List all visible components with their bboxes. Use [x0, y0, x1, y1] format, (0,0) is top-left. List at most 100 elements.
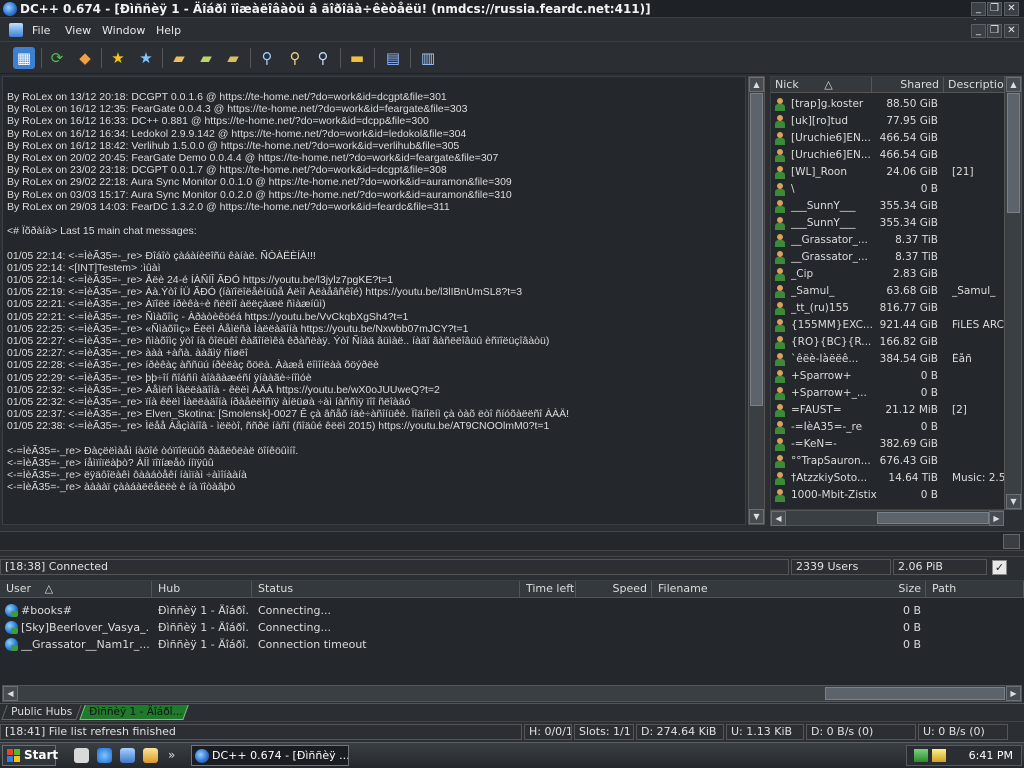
scroll-down-icon[interactable]: ▼: [1006, 494, 1021, 509]
outlook-express-icon[interactable]: [120, 748, 135, 763]
scroll-right-icon[interactable]: ▶: [1006, 686, 1021, 701]
taskbar-dcpp-button[interactable]: DC++ 0.674 - [Đìññèÿ ...: [191, 745, 349, 766]
media-player-icon[interactable]: [143, 748, 158, 763]
search-spy-icon[interactable]: ⚲: [312, 47, 334, 69]
scroll-down-icon[interactable]: ▼: [749, 509, 764, 524]
user-row[interactable]: ___SunnY___ 355.34 GiB: [771, 215, 1021, 232]
user-row[interactable]: °°TrapSauron... 676.43 GiB: [771, 453, 1021, 470]
open-file-list-icon[interactable]: ▬: [346, 47, 368, 69]
user-row[interactable]: \ 0 B: [771, 181, 1021, 198]
user-row[interactable]: {RO}{BC}{R... 166.82 GiB: [771, 334, 1021, 351]
chat-scrollbar[interactable]: ▲ ▼: [748, 76, 765, 525]
mdi-child-icon[interactable]: [9, 23, 23, 37]
transfer-row[interactable]: #books# Đìññèÿ 1 - Äîáðî... Connecting... 0…: [0, 602, 1024, 619]
user-list-hscrollbar[interactable]: ◀ ▶: [770, 510, 1004, 526]
notepad-icon[interactable]: ▥: [417, 47, 439, 69]
user-list[interactable]: Nick △ Shared Description [trap]g.koster…: [770, 76, 1022, 510]
transfer-row[interactable]: __Grassator__Nam1r_... Đìññèÿ 1 - Äîáðî..…: [0, 636, 1024, 653]
column-user[interactable]: User △: [0, 581, 152, 598]
user-row[interactable]: 1000-Mbit-Zistix 0 B: [771, 487, 1021, 504]
user-row[interactable]: =FAUST= 21.12 MiB [2]: [771, 402, 1021, 419]
user-row[interactable]: {155MM}EXC... 921.44 GiB FiLES ARC...: [771, 317, 1021, 334]
column-hub[interactable]: Hub: [152, 581, 252, 598]
child-minimize-button[interactable]: _: [971, 24, 986, 38]
internet-explorer-icon[interactable]: [97, 748, 112, 763]
user-row[interactable]: [Uruchie6]EN... 466.54 GiB: [771, 130, 1021, 147]
input-resize-icon[interactable]: [1003, 534, 1020, 549]
chat-line: <-=ÌèÃ35=-_re> íåìïíïëàþò? ÀÍÌ ïîïíæåò í…: [7, 457, 214, 469]
show-desktop-icon[interactable]: [74, 748, 89, 763]
waiting-users-icon[interactable]: ▰: [222, 47, 244, 69]
column-nick[interactable]: Nick △: [771, 77, 872, 93]
download-queue-icon[interactable]: ▰: [168, 47, 190, 69]
message-input[interactable]: [0, 531, 1024, 551]
close-button[interactable]: ✕: [1004, 2, 1019, 16]
column-shared[interactable]: Shared: [872, 77, 944, 93]
column-time-left[interactable]: Time left: [520, 581, 576, 598]
user-row[interactable]: [trap]g.koster 88.50 GiB: [771, 96, 1021, 113]
settings-icon[interactable]: ▤: [382, 47, 404, 69]
chat-scroll-thumb[interactable]: [750, 93, 763, 406]
column-speed[interactable]: Speed: [576, 581, 652, 598]
user-row[interactable]: [WL]_Roon 24.06 GiB [21]: [771, 164, 1021, 181]
volume-icon[interactable]: [932, 749, 946, 762]
user-list-scrollbar[interactable]: ▲ ▼: [1004, 76, 1022, 510]
scroll-up-icon[interactable]: ▲: [1006, 77, 1021, 92]
menu-help[interactable]: Help: [156, 24, 181, 37]
user-row[interactable]: +Sparrow+_... 0 B: [771, 385, 1021, 402]
user-row[interactable]: `êëè-Ïàëëê... 384.54 GiB Êåñ: [771, 351, 1021, 368]
child-close-button[interactable]: ✕: [1004, 24, 1019, 38]
user-row[interactable]: [uk][ro]tud 77.95 GiB: [771, 113, 1021, 130]
user-row[interactable]: [Uruchie6]EN... 466.54 GiB: [771, 147, 1021, 164]
user-row[interactable]: -=KeN=- 382.69 GiB: [771, 436, 1021, 453]
transfer-hscrollbar[interactable]: ◀ ▶: [2, 685, 1022, 702]
menu-window[interactable]: Window: [102, 24, 145, 37]
tab-public-hubs[interactable]: Public Hubs: [1, 705, 82, 720]
adl-search-icon[interactable]: ⚲: [284, 47, 306, 69]
chat-line: 01/05 22:28: <-=ÌèÃ35=-_re> íðèêàç àññüú…: [7, 359, 379, 372]
user-row[interactable]: +Sparrow+ 0 B: [771, 368, 1021, 385]
user-row[interactable]: _Samul_ 63.68 GiB _Samul_: [771, 283, 1021, 300]
scroll-right-icon[interactable]: ▶: [989, 511, 1004, 526]
user-row[interactable]: __Grassator_... 8.37 TiB: [771, 249, 1021, 266]
scroll-up-icon[interactable]: ▲: [749, 77, 764, 92]
user-shared: 8.37 TiB: [895, 234, 938, 246]
follow-redirect-icon[interactable]: ◆: [74, 47, 96, 69]
restore-button[interactable]: ❐: [987, 2, 1002, 16]
quicklaunch-overflow-icon[interactable]: »: [168, 748, 175, 762]
network-icon[interactable]: [914, 749, 928, 762]
user-row[interactable]: _tt_(ru)155 816.77 GiB: [771, 300, 1021, 317]
transfer-hscroll-thumb[interactable]: [825, 687, 1005, 700]
globe-icon: [5, 604, 18, 617]
favorite-users-icon[interactable]: ★: [135, 47, 157, 69]
menu-file[interactable]: File: [32, 24, 50, 37]
column-size[interactable]: Size: [881, 581, 926, 598]
show-users-checkbox[interactable]: ✓: [992, 560, 1007, 575]
transfer-view[interactable]: User △ Hub Status Time left Speed Filena…: [0, 580, 1024, 702]
user-row[interactable]: __Grassator_... 8.37 TiB: [771, 232, 1021, 249]
user-scroll-thumb[interactable]: [1007, 93, 1020, 213]
start-button[interactable]: Start: [2, 745, 58, 766]
transfer-row[interactable]: [Sky]Beerlover_Vasya_... Đìññèÿ 1 - Äîáðî…: [0, 619, 1024, 636]
reconnect-icon[interactable]: ⟳: [46, 47, 68, 69]
connect-icon[interactable]: ▦: [13, 47, 35, 69]
chat-window[interactable]: By RoLex on 13/12 20:18: DCGPT 0.0.1.6 @…: [2, 76, 746, 525]
search-icon[interactable]: ⚲: [256, 47, 278, 69]
column-path[interactable]: Path: [926, 581, 1024, 598]
download-speed: D: 0 B/s (0): [806, 724, 916, 740]
user-row[interactable]: _Cip 2.83 GiB: [771, 266, 1021, 283]
child-restore-button[interactable]: ❐: [987, 24, 1002, 38]
user-row[interactable]: ___SunnY___ 355.34 GiB: [771, 198, 1021, 215]
menu-view[interactable]: View: [65, 24, 91, 37]
column-status[interactable]: Status: [252, 581, 520, 598]
user-row[interactable]: †AtzzkiySoto... 14.64 TiB Music: 2.5...: [771, 470, 1021, 487]
user-row[interactable]: -=ÌèÃ35=-_re 0 B: [771, 419, 1021, 436]
user-hscroll-thumb[interactable]: [877, 512, 989, 524]
minimize-button[interactable]: _: [971, 2, 986, 16]
tab-hub[interactable]: Đìññèÿ 1 - Äîáðî...: [79, 705, 189, 720]
scroll-left-icon[interactable]: ◀: [3, 686, 18, 701]
scroll-left-icon[interactable]: ◀: [771, 511, 786, 526]
main-status-bar: [18:41] File list refresh finished H: 0/…: [0, 721, 1024, 741]
finished-downloads-icon[interactable]: ▰: [195, 47, 217, 69]
favorite-hubs-icon[interactable]: ★: [107, 47, 129, 69]
